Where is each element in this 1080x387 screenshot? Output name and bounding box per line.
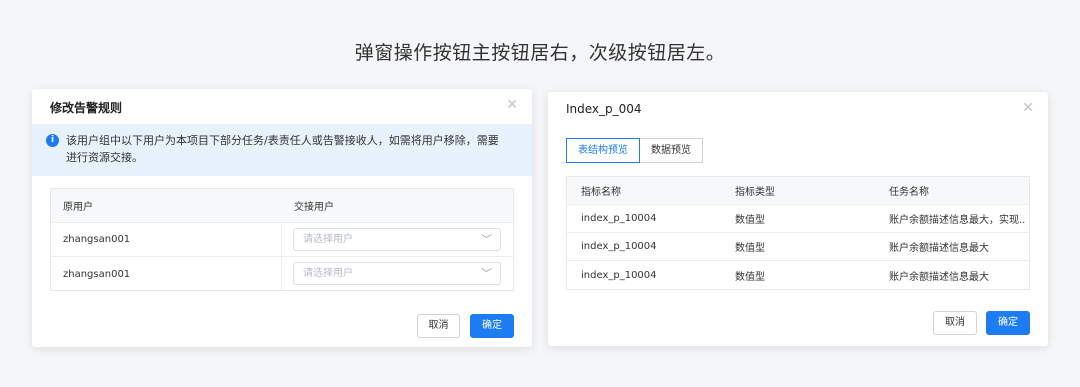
tab-data-preview[interactable]: 数据预览 [640,138,703,163]
index-preview-dialog: Index_p_004 ✕ 表结构预览 数据预览 指标名称 指标类型 任务名称 … [548,92,1048,346]
chevron-down-icon: ﹀ [481,267,492,280]
metric-type-cell: 数值型 [735,271,765,283]
table-row: zhangsan001 请选择用户 ﹀ [51,223,513,257]
original-user-cell: zhangsan001 [63,234,131,245]
column-header-metric-type: 指标类型 [735,187,775,198]
column-header-original-user: 原用户 [63,202,93,213]
cancel-button[interactable]: 取消 [417,314,460,338]
metric-name-cell: index_p_10004 [581,241,657,252]
close-icon[interactable]: ✕ [1022,100,1034,116]
table-row: index_p_10004 数值型 账户余额描述信息最大 [567,233,1029,261]
tab-schema-preview[interactable]: 表结构预览 [566,138,640,163]
handover-user-select[interactable]: 请选择用户 ﹀ [293,228,501,251]
preview-tabs: 表结构预览 数据预览 [566,138,703,163]
table-header: 指标名称 指标类型 任务名称 [567,177,1029,205]
cancel-button[interactable]: 取消 [933,311,977,335]
table-row: index_p_10004 数值型 账户余额描述信息最大，实现... [567,205,1029,233]
select-placeholder: 请选择用户 [303,234,353,245]
metric-name-cell: index_p_10004 [581,269,657,281]
task-name-cell: 账户余额描述信息最大 [889,243,989,254]
column-header-metric-name: 指标名称 [581,187,621,198]
info-icon: i [46,134,59,147]
handover-table: 原用户 交接用户 zhangsan001 请选择用户 ﹀ zhangsan001… [50,188,514,291]
page-caption: 弹窗操作按钮主按钮居右，次级按钮居左。 [354,42,726,64]
original-user-cell: zhangsan001 [63,268,131,280]
modify-alert-rule-dialog: 修改告警规则 ✕ i 该用户组中以下用户为本项目下部分任务/表责任人或告警接收人… [32,89,532,347]
chevron-down-icon: ﹀ [481,233,492,246]
close-icon[interactable]: ✕ [506,97,518,113]
table-header: 原用户 交接用户 [51,189,513,223]
metric-type-cell: 数值型 [735,215,765,226]
table-row: zhangsan001 请选择用户 ﹀ [51,257,513,291]
dialog-title: Index_p_004 [566,102,642,116]
task-name-cell: 账户余额描述信息最大 [889,271,989,283]
alert-text-line1: 该用户组中以下用户为本项目下部分任务/表责任人或告警接收人，如需将用户移除，需要 [66,134,499,147]
dialog-title: 修改告警规则 [50,101,123,115]
select-placeholder: 请选择用户 [303,268,353,279]
task-name-cell: 账户余额描述信息最大，实现... [889,215,1025,226]
column-header-handover-user: 交接用户 [294,202,334,213]
confirm-button[interactable]: 确定 [986,311,1030,335]
metric-name-cell: index_p_10004 [581,213,657,224]
confirm-button[interactable]: 确定 [470,314,514,338]
metric-type-cell: 数值型 [735,243,765,254]
table-row: index_p_10004 数值型 账户余额描述信息最大 [567,261,1029,289]
handover-user-select[interactable]: 请选择用户 ﹀ [293,262,501,285]
info-alert: i 该用户组中以下用户为本项目下部分任务/表责任人或告警接收人，如需将用户移除，… [32,124,532,176]
column-header-task-name: 任务名称 [889,187,929,198]
alert-text-line2: 进行资源交接。 [66,151,143,164]
schema-table: 指标名称 指标类型 任务名称 index_p_10004 数值型 账户余额描述信… [566,176,1030,290]
